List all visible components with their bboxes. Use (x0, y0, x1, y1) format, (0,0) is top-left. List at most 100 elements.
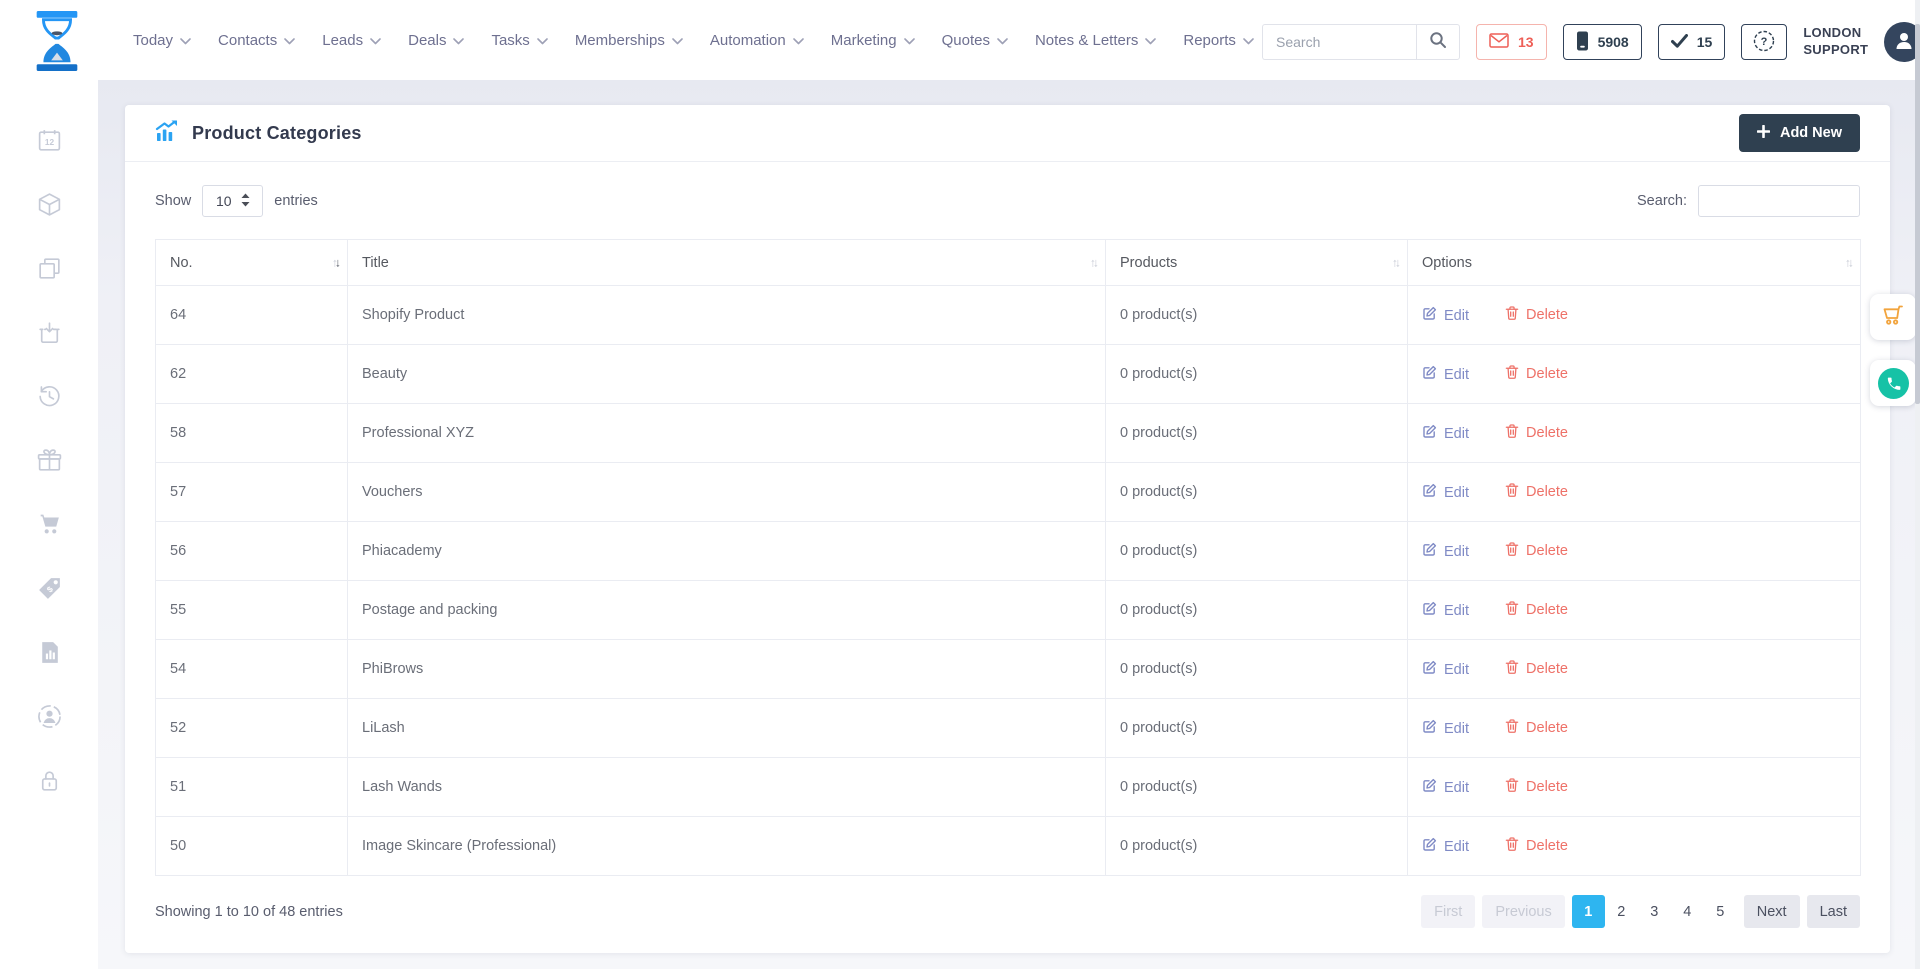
nav-item-contacts[interactable]: Contacts (218, 32, 295, 49)
column-header-no[interactable]: No. ↑↓ (156, 240, 348, 286)
floating-cart-button[interactable] (1870, 294, 1916, 340)
add-new-button[interactable]: Add New (1739, 114, 1860, 152)
row-options: Edit Delete (1408, 463, 1861, 522)
checkmark-icon (1671, 34, 1688, 51)
pagination-page-4[interactable]: 4 (1671, 895, 1704, 928)
delete-link[interactable]: Delete (1505, 305, 1568, 325)
column-header-options[interactable]: Options ↑↓ (1408, 240, 1861, 286)
bag-receive-icon[interactable] (35, 318, 63, 346)
delete-link[interactable]: Delete (1505, 718, 1568, 738)
page-size-select[interactable]: 10 (202, 185, 263, 217)
nav-item-automation[interactable]: Automation (710, 32, 804, 49)
nav-item-memberships[interactable]: Memberships (575, 32, 683, 49)
report-chart-icon[interactable] (35, 638, 63, 666)
sort-icon: ↑↓ (1392, 255, 1398, 269)
sidebar: 12 (0, 80, 98, 969)
row-title: LiLash (348, 699, 1106, 758)
table-search-input[interactable] (1698, 185, 1860, 217)
chevron-down-icon (793, 38, 804, 45)
delete-link[interactable]: Delete (1505, 836, 1568, 856)
calendar-icon[interactable]: 12 (35, 126, 63, 154)
nav-item-marketing[interactable]: Marketing (831, 32, 915, 49)
gift-icon[interactable] (35, 446, 63, 474)
edit-link[interactable]: Edit (1422, 483, 1469, 502)
search-button[interactable] (1416, 24, 1460, 60)
scrollbar-thumb[interactable] (1915, 24, 1920, 404)
edit-link[interactable]: Edit (1422, 542, 1469, 561)
delete-link[interactable]: Delete (1505, 541, 1568, 561)
delete-link[interactable]: Delete (1505, 777, 1568, 797)
pagination: First Previous 12345 Next Last (1421, 895, 1860, 928)
edit-link[interactable]: Edit (1422, 601, 1469, 620)
delete-link[interactable]: Delete (1505, 423, 1568, 443)
edit-link[interactable]: Edit (1422, 778, 1469, 797)
table-row: 64 Shopify Product 0 product(s) Edit (156, 286, 1861, 345)
pagination-first: First (1421, 895, 1475, 928)
table-row: 58 Professional XYZ 0 product(s) Edit (156, 404, 1861, 463)
chevron-down-icon (180, 38, 191, 45)
price-tag-icon[interactable]: $ (35, 574, 63, 602)
delete-link[interactable]: Delete (1505, 364, 1568, 384)
row-title: Vouchers (348, 463, 1106, 522)
lock-icon[interactable] (35, 766, 63, 794)
edit-link[interactable]: Edit (1422, 306, 1469, 325)
row-number: 62 (156, 345, 348, 404)
edit-link[interactable]: Edit (1422, 719, 1469, 738)
row-options: Edit Delete (1408, 404, 1861, 463)
column-header-title[interactable]: Title ↑↓ (348, 240, 1106, 286)
edit-pencil-icon (1422, 483, 1437, 502)
column-header-products[interactable]: Products ↑↓ (1106, 240, 1408, 286)
edit-link[interactable]: Edit (1422, 424, 1469, 443)
edit-link[interactable]: Edit (1422, 837, 1469, 856)
pagination-page-2[interactable]: 2 (1605, 895, 1638, 928)
cart-icon[interactable] (35, 510, 63, 538)
svg-text:12: 12 (44, 137, 54, 147)
delete-link[interactable]: Delete (1505, 600, 1568, 620)
package-icon[interactable] (35, 190, 63, 218)
row-products: 0 product(s) (1106, 817, 1408, 876)
pagination-page-3[interactable]: 3 (1638, 895, 1671, 928)
row-number: 58 (156, 404, 348, 463)
svg-text:?: ? (1761, 36, 1768, 48)
row-number: 56 (156, 522, 348, 581)
pagination-page-5[interactable]: 5 (1704, 895, 1737, 928)
trash-icon (1505, 718, 1519, 738)
row-products: 0 product(s) (1106, 758, 1408, 817)
history-icon[interactable] (35, 382, 63, 410)
edit-link[interactable]: Edit (1422, 660, 1469, 679)
row-number: 55 (156, 581, 348, 640)
account-sync-icon[interactable] (35, 702, 63, 730)
nav-item-notes-letters[interactable]: Notes & Letters (1035, 32, 1156, 49)
nav-item-deals[interactable]: Deals (408, 32, 464, 49)
copy-icon[interactable] (35, 254, 63, 282)
nav-item-leads[interactable]: Leads (322, 32, 381, 49)
edit-link[interactable]: Edit (1422, 365, 1469, 384)
nav-item-today[interactable]: Today (133, 32, 191, 49)
delete-link[interactable]: Delete (1505, 482, 1568, 502)
scrollbar-track (1915, 0, 1920, 969)
global-search-input[interactable] (1262, 24, 1416, 60)
pagination-next[interactable]: Next (1744, 895, 1800, 928)
row-number: 64 (156, 286, 348, 345)
help-badge[interactable]: ? (1741, 24, 1787, 60)
messages-badge[interactable]: 13 (1476, 24, 1547, 60)
edit-pencil-icon (1422, 778, 1437, 797)
pagination-last[interactable]: Last (1807, 895, 1860, 928)
user-name[interactable]: LONDON SUPPORT (1803, 25, 1868, 59)
tasks-badge[interactable]: 15 (1658, 24, 1726, 60)
row-options: Edit Delete (1408, 817, 1861, 876)
nav-item-reports[interactable]: Reports (1183, 32, 1254, 49)
calls-badge[interactable]: 5908 (1563, 24, 1642, 60)
chevron-down-icon (284, 38, 295, 45)
nav-item-tasks[interactable]: Tasks (491, 32, 547, 49)
pagination-page-1[interactable]: 1 (1572, 895, 1605, 928)
main-nav: Today Contacts Leads Deals Tasks (133, 0, 1313, 80)
delete-link[interactable]: Delete (1505, 659, 1568, 679)
chevron-down-icon (1145, 38, 1156, 45)
chevron-down-icon (537, 38, 548, 45)
nav-item-quotes[interactable]: Quotes (942, 32, 1008, 49)
messages-count: 13 (1518, 34, 1534, 50)
app-logo-hourglass-icon[interactable] (30, 11, 84, 76)
floating-phone-button[interactable] (1870, 360, 1916, 406)
row-products: 0 product(s) (1106, 463, 1408, 522)
